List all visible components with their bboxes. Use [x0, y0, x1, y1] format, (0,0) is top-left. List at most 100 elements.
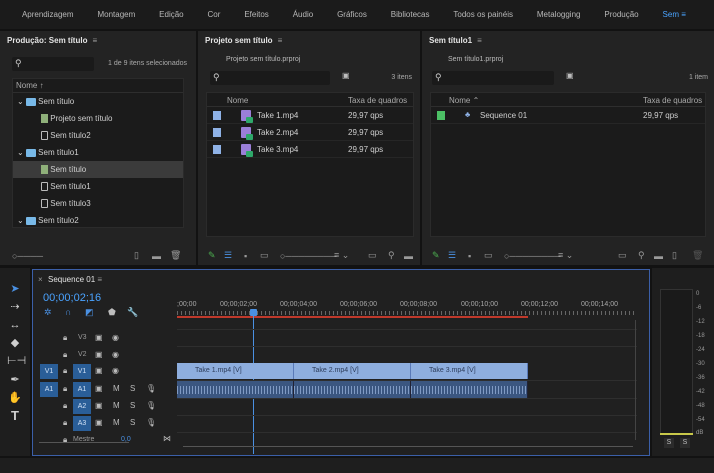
sync-lock-icon[interactable]: ▣	[95, 418, 103, 427]
track-select-tool-icon[interactable]: ⇢	[7, 299, 23, 315]
microphone-icon[interactable]: 🎙︎	[146, 401, 156, 410]
add-marker-icon[interactable]: ⬟	[108, 307, 116, 318]
zoom-slider[interactable]: ○────────	[504, 251, 560, 261]
lock-icon[interactable]: 🔒︎	[63, 350, 67, 360]
solo-left-button[interactable]: S	[664, 438, 674, 448]
workspace-tab[interactable]: Cor	[208, 10, 221, 19]
eye-icon[interactable]: ◉	[112, 350, 119, 359]
new-bin-icon[interactable]: ▬	[654, 251, 663, 261]
column-frame-rate[interactable]: Taxa de quadros	[643, 96, 702, 105]
tree-item[interactable]: Sem título1	[13, 178, 183, 195]
sync-lock-icon[interactable]: ▣	[95, 384, 103, 393]
track-target-v1[interactable]: V1	[73, 364, 91, 379]
sort-icon[interactable]: ≡ ⌄	[334, 250, 349, 261]
sync-lock-icon[interactable]: ▣	[95, 366, 103, 375]
icon-view-icon[interactable]: ▪	[468, 251, 471, 261]
automate-icon[interactable]: ▭	[618, 250, 627, 261]
source-patch-a1[interactable]: A1	[40, 382, 58, 397]
automate-icon[interactable]: ▭	[368, 250, 377, 261]
vertical-scrollbar[interactable]	[635, 320, 641, 440]
sort-icon[interactable]: ≡ ⌄	[558, 250, 573, 261]
pencil-icon[interactable]: ✎	[208, 250, 216, 261]
video-clip[interactable]: Take 3.mp4 [V]	[411, 363, 528, 379]
sync-lock-icon[interactable]: ▣	[95, 350, 103, 359]
mute-button[interactable]: M	[113, 418, 120, 427]
sync-lock-icon[interactable]: ▣	[95, 401, 103, 410]
tree-item[interactable]: ⌄ Sem título2	[13, 212, 183, 229]
mute-button[interactable]: M	[113, 384, 120, 393]
source-patch-v1[interactable]: V1	[40, 364, 58, 379]
slip-tool-icon[interactable]: ⊢⊣	[7, 353, 26, 369]
list-item[interactable]: Take 2.mp4 29,97 qps	[207, 124, 413, 141]
track-target-a2[interactable]: A2	[73, 399, 91, 414]
new-folder-icon[interactable]: ▬	[152, 251, 161, 261]
column-name[interactable]: Nome ⌃	[449, 96, 479, 105]
lock-icon[interactable]: 🔒︎	[63, 366, 67, 376]
tree-item[interactable]: Sem título2	[13, 127, 183, 144]
search-input[interactable]: ⚲	[432, 71, 554, 85]
column-name[interactable]: Nome	[227, 96, 248, 105]
panel-menu-icon[interactable]: ≡	[92, 36, 97, 45]
panel-menu-icon[interactable]: ≡	[278, 36, 283, 45]
razor-tool-icon[interactable]: ◆	[7, 335, 23, 351]
workspace-tab[interactable]: Áudio	[293, 10, 313, 19]
new-bin-icon[interactable]: ▣	[566, 71, 574, 80]
trash-icon[interactable]: 🗑	[692, 250, 703, 261]
lock-icon[interactable]: 🔒︎	[63, 384, 67, 394]
tree-item-selected[interactable]: Sem título	[13, 161, 183, 178]
workspace-tab[interactable]: Aprendizagem	[22, 10, 74, 19]
solo-button[interactable]: S	[130, 401, 135, 410]
workspace-tab[interactable]: Edição	[159, 10, 183, 19]
eye-icon[interactable]: ◉	[112, 366, 119, 375]
track-target-a1[interactable]: A1	[73, 382, 91, 397]
solo-button[interactable]: S	[130, 384, 135, 393]
zoom-slider[interactable]: ○────────	[280, 251, 336, 261]
list-item[interactable]: Take 3.mp4 29,97 qps	[207, 141, 413, 158]
hand-tool-icon[interactable]: ✋	[7, 390, 23, 406]
settings-wrench-icon[interactable]: 🔧	[127, 307, 138, 318]
snap-icon[interactable]: ∩	[65, 307, 71, 317]
nest-icon[interactable]: ✲	[44, 307, 52, 318]
search-input[interactable]: ⚲	[12, 57, 94, 71]
lock-icon[interactable]: 🔒︎	[63, 418, 67, 428]
workspace-tab[interactable]: Gráficos	[337, 10, 367, 19]
eye-icon[interactable]: ◉	[112, 333, 119, 342]
zoom-slider[interactable]: ○────	[12, 251, 43, 261]
microphone-icon[interactable]: 🎙︎	[146, 418, 156, 427]
linked-selection-icon[interactable]: ◩	[85, 307, 94, 318]
pen-tool-icon[interactable]: ✒	[7, 372, 23, 388]
new-bin-icon[interactable]: ▣	[342, 71, 350, 80]
go-to-end-icon[interactable]: ⋈	[163, 434, 171, 443]
close-tab-icon[interactable]: ×	[38, 275, 43, 284]
trash-icon[interactable]: 🗑	[170, 250, 181, 261]
tree-item[interactable]: ⌄ Sem título	[13, 93, 183, 110]
workspace-tab[interactable]: Todos os painéis	[453, 10, 513, 19]
workspace-tab[interactable]: Metalogging	[537, 10, 581, 19]
track-header-scrollbar[interactable]	[39, 442, 129, 448]
find-icon[interactable]: ⚲	[638, 250, 645, 261]
search-input[interactable]: ⚲	[210, 71, 330, 85]
list-view-icon[interactable]: ☰	[448, 250, 456, 261]
track-target-a3[interactable]: A3	[73, 416, 91, 431]
workspace-tab[interactable]: Bibliotecas	[391, 10, 430, 19]
workspace-tab[interactable]: Produção	[604, 10, 638, 19]
workspace-tab[interactable]: Efeitos	[244, 10, 268, 19]
tree-item[interactable]: Projeto sem título	[13, 110, 183, 127]
new-item-icon[interactable]: ▯	[134, 250, 139, 261]
playhead-handle[interactable]	[250, 309, 258, 316]
panel-menu-icon[interactable]: ≡	[97, 275, 102, 284]
ruler-ticks[interactable]	[177, 311, 637, 315]
microphone-icon[interactable]: 🎙︎	[146, 384, 156, 393]
mute-button[interactable]: M	[113, 401, 120, 410]
ripple-edit-tool-icon[interactable]: ↔	[7, 317, 23, 333]
timecode-display[interactable]: 00;00;02;16	[43, 292, 101, 304]
video-clip[interactable]: Take 2.mp4 [V]	[294, 363, 411, 379]
sequence-tab[interactable]: Sequence 01 ≡	[48, 275, 102, 284]
freeform-view-icon[interactable]: ▭	[484, 250, 493, 261]
tree-item[interactable]: Sem título3	[13, 195, 183, 212]
audio-clip[interactable]	[411, 381, 528, 398]
audio-clip[interactable]	[294, 381, 411, 398]
selection-tool-icon[interactable]: ➤	[7, 281, 23, 297]
type-tool-icon[interactable]: T	[7, 408, 23, 424]
column-frame-rate[interactable]: Taxa de quadros	[348, 96, 407, 105]
